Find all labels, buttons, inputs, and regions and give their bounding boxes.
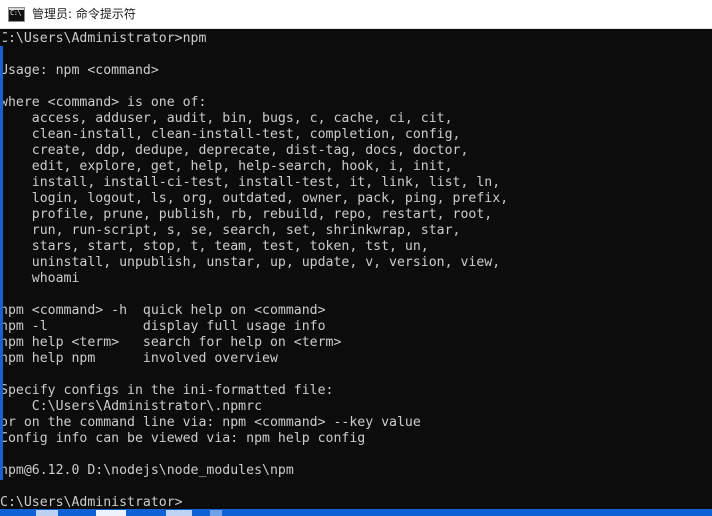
taskbar-item-4[interactable] [210,510,222,516]
left-edge-accent-strip [0,46,3,480]
console-icon: C:\ [8,6,25,22]
command-prompt-window: C:\ 管理员: 命令提示符 C:\Users\Administrator>np… [0,0,712,516]
window-title: 管理员: 命令提示符 [32,7,136,21]
console-icon-glyph: C:\ [10,8,22,17]
taskbar-item-1[interactable] [36,510,58,516]
taskbar-item-2[interactable] [96,510,126,516]
title-bar[interactable]: C:\ 管理员: 命令提示符 [0,0,712,29]
taskbar-item-3[interactable] [166,510,192,516]
taskbar[interactable] [0,509,712,516]
terminal-text: C:\Users\Administrator>npm Usage: npm <c… [0,31,509,509]
terminal-output-area[interactable]: C:\Users\Administrator>npm Usage: npm <c… [0,29,712,509]
